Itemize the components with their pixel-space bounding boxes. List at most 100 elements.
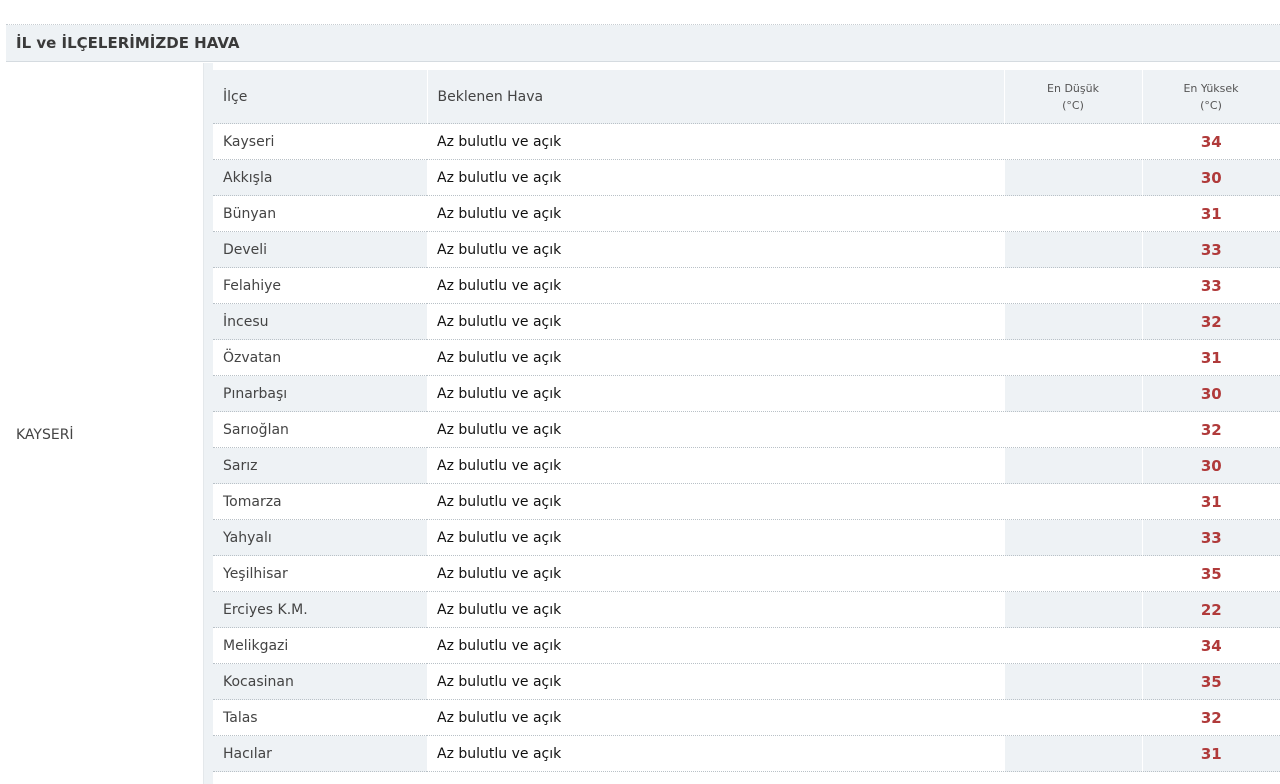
table-row: Pınarbaşı Az bulutlu ve açık 30 — [213, 375, 1280, 412]
weather-cell: Az bulutlu ve açık — [427, 375, 1004, 412]
district-cell: Sarıoğlan — [213, 411, 427, 448]
table-row: Yeşilhisar Az bulutlu ve açık 35 — [213, 555, 1280, 592]
max-temp-cell: 30 — [1142, 159, 1280, 196]
district-cell: Melikgazi — [213, 627, 427, 664]
min-temp-cell — [1003, 483, 1143, 520]
min-temp-cell — [1003, 735, 1143, 772]
max-temp-cell: 22 — [1142, 591, 1280, 628]
weather-cell: Az bulutlu ve açık — [427, 663, 1004, 700]
table-row: Tomarza Az bulutlu ve açık 31 — [213, 483, 1280, 520]
max-temp-cell: 30 — [1142, 447, 1280, 484]
table-row: Akkışla Az bulutlu ve açık 30 — [213, 159, 1280, 196]
min-temp-cell — [1003, 303, 1143, 340]
district-cell: Bünyan — [213, 195, 427, 232]
table-row: Hacılar Az bulutlu ve açık 31 — [213, 735, 1280, 772]
table-row: Talas Az bulutlu ve açık 32 — [213, 699, 1280, 736]
table-row: Develi Az bulutlu ve açık 33 — [213, 231, 1280, 268]
table-row: Özvatan Az bulutlu ve açık 31 — [213, 339, 1280, 376]
max-temp-cell: 34 — [1142, 627, 1280, 664]
column-gutter — [204, 63, 213, 784]
table-row: Erciyes K.M. Az bulutlu ve açık 22 — [213, 591, 1280, 628]
weather-cell: Az bulutlu ve açık — [427, 483, 1004, 520]
min-temp-cell — [1003, 627, 1143, 664]
max-temp-cell: 34 — [1142, 123, 1280, 160]
table-body: Kayseri Az bulutlu ve açık 34 Akkışla Az bul… — [213, 123, 1280, 772]
weather-page: İL ve İLÇELERİMİZDE HAVA KAYSERİ İlçe Be… — [0, 0, 1280, 784]
weather-cell: Az bulutlu ve açık — [427, 555, 1004, 592]
weather-cell: Az bulutlu ve açık — [427, 267, 1004, 304]
table-row: Kocasinan Az bulutlu ve açık 35 — [213, 663, 1280, 700]
max-temp-cell: 31 — [1142, 339, 1280, 376]
min-temp-cell — [1003, 519, 1143, 556]
max-temp-header: En Yüksek (°C) — [1142, 70, 1280, 124]
district-cell: İncesu — [213, 303, 427, 340]
table-row: İncesu Az bulutlu ve açık 32 — [213, 303, 1280, 340]
table-row: Yahyalı Az bulutlu ve açık 33 — [213, 519, 1280, 556]
district-cell: Hacılar — [213, 735, 427, 772]
district-cell: Pınarbaşı — [213, 375, 427, 412]
min-temp-cell — [1003, 159, 1143, 196]
min-temp-cell — [1003, 447, 1143, 484]
table-row: Melikgazi Az bulutlu ve açık 34 — [213, 627, 1280, 664]
min-temp-cell — [1003, 231, 1143, 268]
max-temp-cell: 31 — [1142, 195, 1280, 232]
weather-cell: Az bulutlu ve açık — [427, 735, 1004, 772]
max-temp-cell: 35 — [1142, 555, 1280, 592]
min-temp-cell — [1003, 699, 1143, 736]
min-temp-cell — [1003, 591, 1143, 628]
max-temp-cell: 32 — [1142, 699, 1280, 736]
district-cell: Yahyalı — [213, 519, 427, 556]
province-column: KAYSERİ — [6, 63, 204, 784]
max-temp-header-label: En Yüksek — [1183, 81, 1239, 95]
min-temp-cell — [1003, 555, 1143, 592]
weather-cell: Az bulutlu ve açık — [427, 339, 1004, 376]
top-strip — [6, 0, 1280, 25]
table-row: Felahiye Az bulutlu ve açık 33 — [213, 267, 1280, 304]
table-row: Kayseri Az bulutlu ve açık 34 — [213, 123, 1280, 160]
min-temp-cell — [1003, 195, 1143, 232]
max-temp-cell: 32 — [1142, 303, 1280, 340]
district-cell: Tomarza — [213, 483, 427, 520]
province-name: KAYSERİ — [16, 427, 74, 443]
forecast-table-wrapper: İlçe Beklenen Hava En Düşük (°C) En Yüks… — [213, 70, 1280, 784]
min-temp-header-unit: (°C) — [1062, 98, 1084, 112]
section-header: İL ve İLÇELERİMİZDE HAVA — [6, 25, 1280, 62]
weather-cell: Az bulutlu ve açık — [427, 231, 1004, 268]
weather-cell: Az bulutlu ve açık — [427, 159, 1004, 196]
expected-weather-header: Beklenen Hava — [427, 70, 1005, 124]
min-temp-header-label: En Düşük — [1047, 81, 1099, 95]
table-row: Bünyan Az bulutlu ve açık 31 — [213, 195, 1280, 232]
min-temp-cell — [1003, 339, 1143, 376]
district-cell: Akkışla — [213, 159, 427, 196]
min-temp-cell — [1003, 411, 1143, 448]
district-cell: Develi — [213, 231, 427, 268]
district-cell: Felahiye — [213, 267, 427, 304]
district-cell: Özvatan — [213, 339, 427, 376]
weather-cell: Az bulutlu ve açık — [427, 699, 1004, 736]
table-row: Sarıoğlan Az bulutlu ve açık 32 — [213, 411, 1280, 448]
max-temp-cell: 33 — [1142, 519, 1280, 556]
min-temp-cell — [1003, 663, 1143, 700]
table-header-row: İlçe Beklenen Hava En Düşük (°C) En Yüks… — [213, 70, 1280, 124]
min-temp-header: En Düşük (°C) — [1004, 70, 1143, 124]
section-title: İL ve İLÇELERİMİZDE HAVA — [16, 34, 240, 52]
weather-cell: Az bulutlu ve açık — [427, 627, 1004, 664]
district-cell: Talas — [213, 699, 427, 736]
max-temp-cell: 35 — [1142, 663, 1280, 700]
district-cell: Erciyes K.M. — [213, 591, 427, 628]
max-temp-cell: 31 — [1142, 483, 1280, 520]
district-cell: Kocasinan — [213, 663, 427, 700]
district-cell: Yeşilhisar — [213, 555, 427, 592]
max-temp-cell: 32 — [1142, 411, 1280, 448]
table-row: Sarız Az bulutlu ve açık 30 — [213, 447, 1280, 484]
weather-cell: Az bulutlu ve açık — [427, 123, 1004, 160]
district-cell: Sarız — [213, 447, 427, 484]
max-temp-cell: 33 — [1142, 231, 1280, 268]
min-temp-cell — [1003, 123, 1143, 160]
district-cell: Kayseri — [213, 123, 427, 160]
min-temp-cell — [1003, 375, 1143, 412]
weather-cell: Az bulutlu ve açık — [427, 195, 1004, 232]
weather-cell: Az bulutlu ve açık — [427, 591, 1004, 628]
max-temp-cell: 30 — [1142, 375, 1280, 412]
max-temp-cell: 33 — [1142, 267, 1280, 304]
